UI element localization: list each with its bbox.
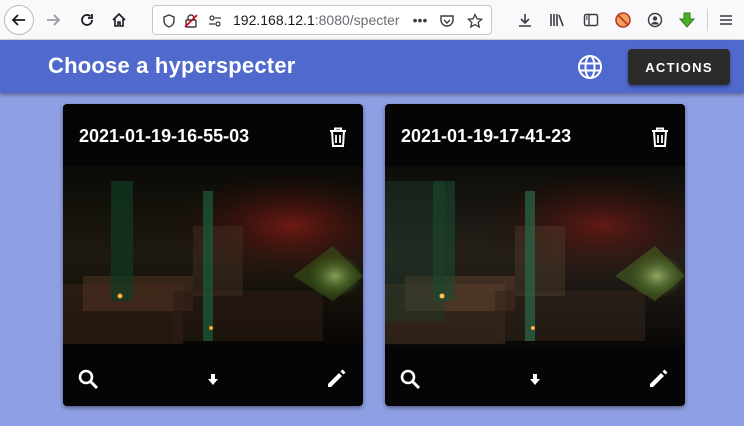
download-button[interactable] xyxy=(522,366,548,392)
language-button[interactable] xyxy=(576,53,604,81)
edit-button[interactable] xyxy=(645,366,671,392)
card-title: 2021-01-19-17-41-23 xyxy=(401,126,572,146)
shield-icon[interactable] xyxy=(161,13,177,29)
pocket-icon[interactable] xyxy=(439,13,455,29)
view-button[interactable] xyxy=(75,366,101,392)
card-title: 2021-01-19-16-55-03 xyxy=(79,126,250,146)
address-bar[interactable]: 192.168.12.1:8080/specter ••• xyxy=(152,5,492,35)
delete-button[interactable] xyxy=(325,124,351,150)
url-text[interactable]: 192.168.12.1:8080/specter xyxy=(233,12,400,28)
app-toolbar: Choose a hyperspecter ACTIONS xyxy=(0,40,744,93)
download-icon xyxy=(530,374,540,385)
page-actions-button[interactable]: ••• xyxy=(409,12,431,28)
download-button[interactable] xyxy=(200,366,226,392)
specter-card[interactable]: 2021-01-19-16-55-03 xyxy=(63,104,363,406)
back-button[interactable] xyxy=(4,5,34,35)
edit-button[interactable] xyxy=(323,366,349,392)
download-extension-icon[interactable] xyxy=(676,9,698,31)
sidebar-icon[interactable] xyxy=(580,9,602,31)
home-icon xyxy=(112,12,126,27)
search-icon xyxy=(400,369,421,390)
permissions-icon[interactable] xyxy=(207,13,223,29)
specter-card[interactable]: 2021-01-19-17-41-23 xyxy=(385,104,685,406)
toolbar-separator xyxy=(707,9,708,31)
view-button[interactable] xyxy=(397,366,423,392)
arrow-right-icon xyxy=(47,14,61,26)
edit-icon xyxy=(328,369,346,387)
url-path: :8080/specter xyxy=(314,12,400,28)
insecure-connection-icon[interactable] xyxy=(183,13,199,29)
hyperspectral-preview-image xyxy=(63,166,363,346)
trash-icon xyxy=(652,127,668,147)
delete-button[interactable] xyxy=(647,124,673,150)
reload-icon xyxy=(81,14,93,26)
hyperspectral-preview-image xyxy=(385,166,685,346)
account-icon[interactable] xyxy=(644,9,666,31)
library-icon[interactable] xyxy=(546,9,568,31)
edit-icon xyxy=(650,369,668,387)
menu-icon[interactable] xyxy=(715,9,737,31)
page-title: Choose a hyperspecter xyxy=(48,53,296,78)
trash-icon xyxy=(330,127,346,147)
forward-button[interactable] xyxy=(38,5,68,35)
download-icon xyxy=(208,374,218,385)
blocker-extension-icon[interactable] xyxy=(612,9,634,31)
bookmark-star-icon[interactable] xyxy=(467,13,483,29)
search-icon xyxy=(78,369,99,390)
globe-icon xyxy=(578,55,602,79)
downloads-icon[interactable] xyxy=(514,9,536,31)
browser-toolbar: 192.168.12.1:8080/specter ••• xyxy=(0,0,744,40)
home-button[interactable] xyxy=(104,5,134,35)
actions-button[interactable]: ACTIONS xyxy=(628,49,730,85)
arrow-left-icon xyxy=(11,14,25,26)
url-host: 192.168.12.1 xyxy=(233,12,315,28)
app-content: Choose a hyperspecter ACTIONS 2021-01-19… xyxy=(0,40,744,426)
reload-button[interactable] xyxy=(72,5,102,35)
